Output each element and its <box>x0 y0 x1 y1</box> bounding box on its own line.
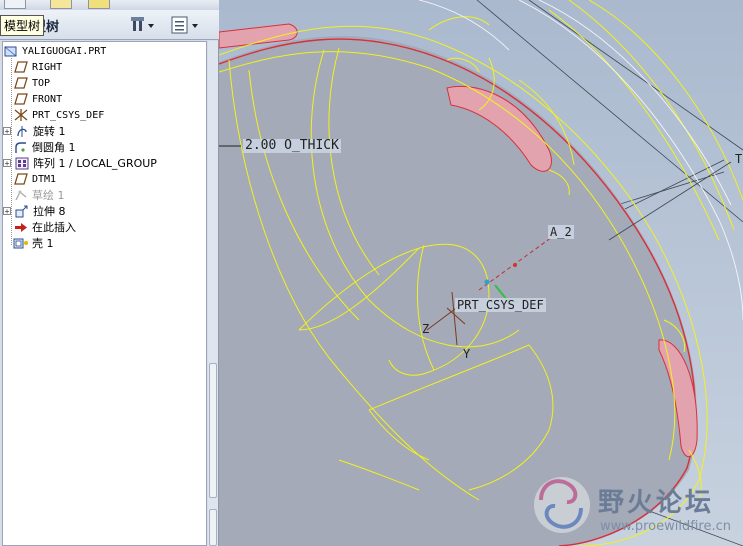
tree-item-label: 倒圆角 1 <box>32 141 76 154</box>
csys-z-label: Z <box>422 322 430 336</box>
datum-plane-icon <box>13 76 29 90</box>
navigator-tabs <box>0 0 219 10</box>
axis-label[interactable]: A_2 <box>548 225 574 239</box>
tree-item-label: 壳 1 <box>32 237 54 250</box>
watermark-text: 野火论坛 <box>598 488 715 518</box>
tools-icon <box>131 17 154 31</box>
datum-plane-icon <box>13 172 29 186</box>
tree-item-part[interactable]: YALIGUOGAI.PRT <box>3 43 106 59</box>
expand-icon[interactable]: + <box>3 127 11 136</box>
csys-icon <box>13 108 29 122</box>
tree-item-insert-here[interactable]: 在此插入 <box>13 219 76 235</box>
tree-item-label: 草绘 1 <box>32 189 65 202</box>
edge-label: T <box>735 152 743 166</box>
tree-item-label: RIGHT <box>32 61 63 73</box>
round-icon <box>13 140 29 154</box>
part-surface <box>219 36 697 546</box>
csys-y-label: Y <box>463 347 471 361</box>
model-tree-tooltip: 模型树 <box>0 15 45 36</box>
part-model-graphic <box>219 0 743 546</box>
tree-item-top[interactable]: TOP <box>13 75 50 91</box>
tree-item-dtm1[interactable]: DTM1 <box>13 171 56 187</box>
tree-item-label: DTM1 <box>32 173 57 185</box>
tree-item-extrude[interactable]: + 拉伸 8 <box>3 203 66 219</box>
expand-icon[interactable]: + <box>3 207 11 216</box>
tab-web[interactable] <box>88 0 110 9</box>
part-icon <box>3 44 19 58</box>
tree-item-revolve[interactable]: + 旋转 1 <box>3 123 66 139</box>
tree-item-shell[interactable]: 壳 1 <box>13 235 54 251</box>
tree-item-front[interactable]: FRONT <box>13 91 62 107</box>
expand-icon[interactable]: + <box>3 159 11 168</box>
tab-favorites[interactable] <box>50 0 72 9</box>
tree-item-right[interactable]: RIGHT <box>13 59 62 75</box>
tree-item-pattern[interactable]: + 阵列 1 / LOCAL_GROUP <box>3 155 157 171</box>
tree-item-label: 在此插入 <box>32 221 76 234</box>
model-tree-panel: 模型树 模型树 YALIGUOGA <box>0 0 219 546</box>
tree-item-label: PRT_CSYS_DEF <box>32 109 105 121</box>
dimension-label[interactable]: 2.00 O_THICK <box>243 139 341 153</box>
pattern-icon <box>14 156 30 170</box>
datum-plane-icon <box>13 92 29 106</box>
tree-item-round[interactable]: 倒圆角 1 <box>13 139 76 155</box>
tree-scrollbar[interactable] <box>208 41 218 546</box>
model-tree[interactable]: YALIGUOGAI.PRT RIGHT TOP FRONT PRT_CSYS_ <box>2 41 207 546</box>
list-view-icon <box>171 16 198 34</box>
tab-folder-browser[interactable] <box>4 0 26 9</box>
graphics-viewport[interactable]: 2.00 O_THICK A_2 PRT_CSYS_DEF Z Y T <box>219 0 743 546</box>
tree-item-label: FRONT <box>32 93 63 105</box>
sketch-icon <box>13 188 29 202</box>
tree-item-sketch[interactable]: 草绘 1 <box>13 187 65 203</box>
tree-item-label: 旋转 1 <box>33 125 66 138</box>
tree-item-label: 拉伸 8 <box>33 205 66 218</box>
edge-leader <box>608 161 732 241</box>
csys-label[interactable]: PRT_CSYS_DEF <box>455 298 546 312</box>
extrude-icon <box>14 204 30 218</box>
datum-plane-icon <box>13 60 29 74</box>
watermark-logo-icon <box>534 477 590 533</box>
tree-item-label: YALIGUOGAI.PRT <box>22 45 107 57</box>
insert-here-arrow-icon <box>13 220 29 234</box>
tree-show-button[interactable] <box>170 15 202 35</box>
tree-item-label: TOP <box>32 77 51 89</box>
watermark-url: www.proewildfire.cn <box>600 519 731 534</box>
tree-item-label: 阵列 1 / LOCAL_GROUP <box>33 157 157 170</box>
tree-settings-button[interactable] <box>130 15 156 35</box>
shell-icon <box>13 236 29 250</box>
revolve-icon <box>14 124 30 138</box>
scrollbar-thumb-lower[interactable] <box>209 509 217 546</box>
tree-item-csys[interactable]: PRT_CSYS_DEF <box>13 107 104 123</box>
scrollbar-thumb[interactable] <box>209 363 217 498</box>
